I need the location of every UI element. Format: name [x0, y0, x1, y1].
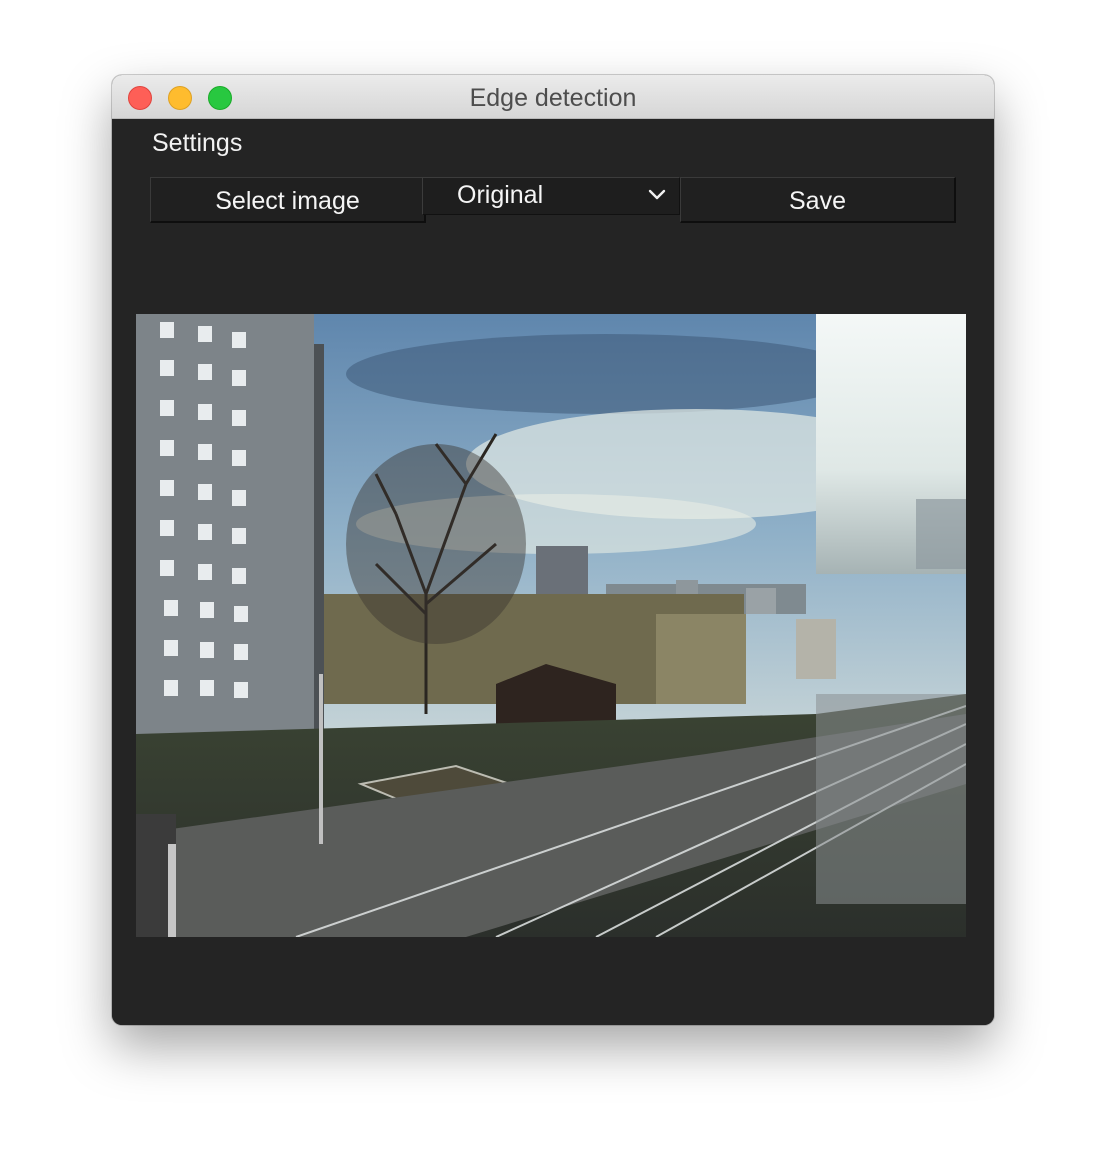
settings-heading: Settings [152, 129, 243, 157]
title-bar[interactable]: Edge detection [112, 75, 994, 119]
main-content: Settings Select image Original Save [112, 119, 994, 1025]
save-button[interactable]: Save [680, 177, 956, 223]
image-preview [136, 314, 966, 937]
select-image-button[interactable]: Select image [150, 177, 426, 223]
mode-dropdown[interactable]: Original [422, 177, 680, 215]
app-window: Edge detection Settings Select image Ori… [112, 75, 994, 1025]
chevron-down-icon [648, 189, 666, 200]
mode-dropdown-value: Original [457, 181, 544, 209]
photo-icon [136, 314, 966, 937]
window-title: Edge detection [469, 84, 637, 112]
